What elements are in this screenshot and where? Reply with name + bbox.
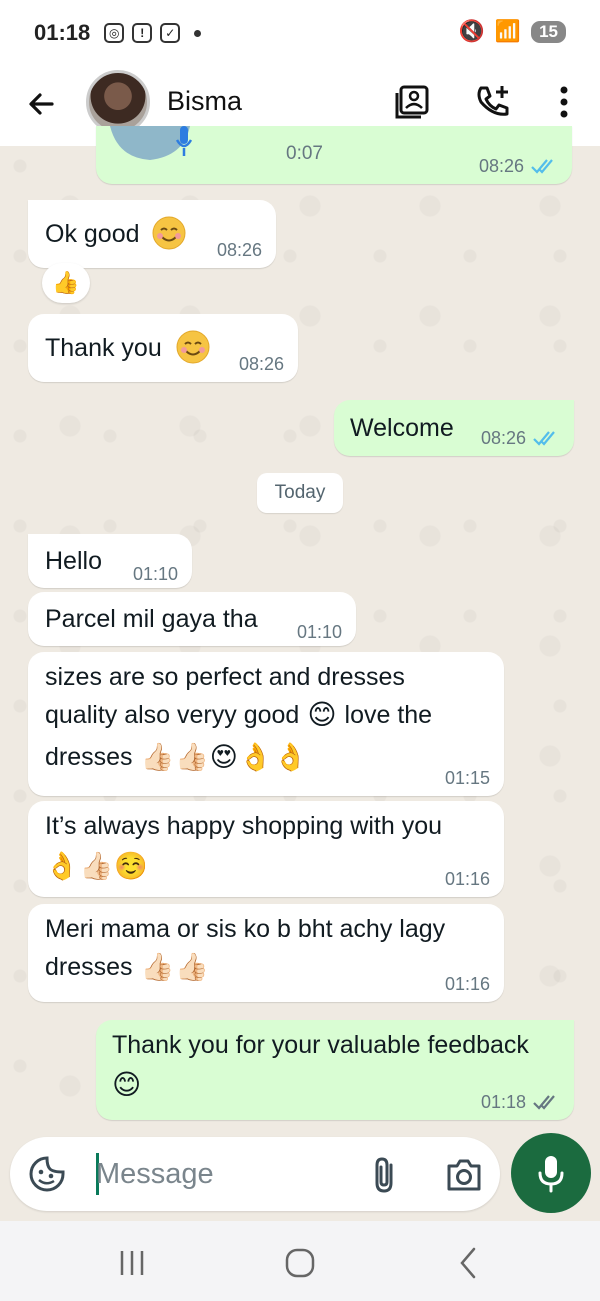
message-bubble-incoming[interactable]: Parcel mil gaya tha 01:10	[28, 592, 356, 646]
alert-icon: !	[132, 23, 153, 43]
message-bubble-incoming[interactable]: Thank you 08:26	[28, 314, 298, 382]
reaction-thumbs-up[interactable]: 👍	[42, 263, 90, 303]
voice-record-button[interactable]	[511, 1133, 591, 1213]
message-time: 01:15	[444, 768, 490, 788]
message-time: 08:26	[478, 156, 524, 176]
battery-icon: 15	[531, 21, 566, 43]
delivered-ticks-icon	[533, 1095, 555, 1110]
check-notification-icon: ✓	[160, 23, 181, 43]
back-arrow-icon[interactable]	[22, 84, 62, 124]
message-bubble-incoming[interactable]: sizes are so perfect and dresses quality…	[28, 652, 504, 796]
microphone-icon	[175, 126, 193, 156]
message-bubble-incoming[interactable]: It’s always happy shopping with you 👌👍🏻☺…	[28, 801, 504, 897]
smiling-face-icon	[152, 216, 186, 250]
message-bubble-incoming[interactable]: Hello 01:10	[28, 534, 192, 588]
message-text-line: dresses	[45, 953, 133, 981]
contact-name[interactable]: Bisma	[167, 86, 242, 117]
smiling-face-icon	[176, 330, 210, 364]
message-text: Ok good	[45, 220, 140, 248]
message-time: 01:18	[480, 1092, 526, 1112]
message-time: 01:10	[132, 564, 178, 584]
system-navigation-bar	[0, 1221, 600, 1301]
message-time: 08:26	[480, 428, 526, 448]
message-bubble-outgoing[interactable]: Welcome 08:26	[334, 400, 574, 456]
message-text-line: dresses	[45, 743, 133, 771]
message-time: 01:16	[444, 974, 490, 994]
message-text: Thank you	[45, 334, 162, 362]
message-input[interactable]	[96, 1151, 356, 1197]
message-text-line: Meri mama or sis ko b bht achy lagy	[45, 915, 446, 943]
message-text-line: sizes are so perfect and dresses	[45, 663, 405, 691]
read-ticks-icon	[533, 431, 555, 446]
home-icon[interactable]	[280, 1243, 320, 1283]
camera-icon[interactable]	[445, 1157, 483, 1193]
microphone-icon	[538, 1156, 564, 1193]
attach-icon[interactable]	[367, 1155, 403, 1195]
message-time: 08:26	[216, 240, 262, 260]
more-options-icon[interactable]	[544, 82, 584, 122]
thumbs-up-icon: 👍	[52, 270, 80, 295]
message-composer	[10, 1137, 500, 1211]
message-text: It’s always happy shopping with you	[45, 812, 442, 840]
instagram-icon: ◎	[104, 23, 125, 43]
chat-area[interactable]: 0:07 08:26 Ok good 08:26 👍 Thank you 08:…	[0, 126, 600, 1136]
recent-apps-icon[interactable]	[112, 1243, 152, 1283]
status-time: 01:18	[34, 20, 91, 45]
message-bubble-outgoing[interactable]: Thank you for your valuable feedback 😊 0…	[96, 1020, 574, 1120]
more-notifications-dot-icon	[194, 29, 202, 37]
back-nav-icon[interactable]	[450, 1243, 490, 1283]
message-text: Parcel mil gaya tha	[45, 605, 258, 633]
message-time: 08:26	[238, 354, 284, 374]
status-bar: 01:18 ◎ ! ✓ 🔇 📶 15	[0, 0, 600, 66]
emoji-sequence-icon: 👍🏻👍🏻	[140, 952, 210, 982]
message-time: 01:16	[444, 869, 490, 889]
video-call-icon[interactable]	[393, 82, 433, 122]
smiling-face-icon: 😊	[307, 699, 337, 730]
message-text: Thank you for your valuable feedback	[112, 1031, 529, 1059]
voice-note-duration: 0:07	[286, 143, 323, 164]
message-time: 01:10	[296, 622, 342, 642]
message-bubble-incoming[interactable]: Ok good 08:26	[28, 200, 276, 268]
message-bubble-incoming[interactable]: Meri mama or sis ko b bht achy lagy dres…	[28, 904, 504, 1002]
voice-note-message[interactable]: 0:07 08:26	[96, 126, 572, 184]
message-text: Welcome	[350, 414, 454, 442]
sticker-icon[interactable]	[28, 1155, 66, 1193]
message-text-line: quality also veryy good	[45, 701, 300, 729]
wifi-icon: 📶	[494, 20, 522, 43]
avatar[interactable]	[86, 70, 150, 134]
message-text-line: love the	[344, 701, 433, 729]
smiling-face-icon: 😊	[112, 1069, 142, 1100]
emoji-sequence-icon: 👌👍🏻☺️	[45, 851, 149, 881]
emoji-sequence-icon: 👍🏻👍🏻😍👌👌	[140, 742, 309, 772]
read-ticks-icon	[531, 159, 553, 174]
mute-icon: 🔇	[458, 20, 485, 43]
message-text: Hello	[45, 547, 102, 575]
add-call-icon[interactable]	[473, 82, 513, 122]
date-separator: Today	[257, 473, 343, 513]
